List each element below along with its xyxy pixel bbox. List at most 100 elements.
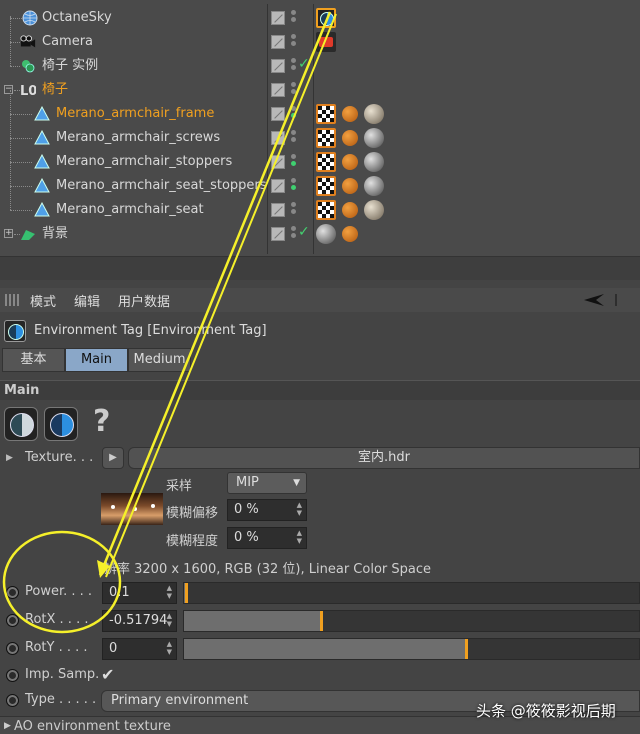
collapse-icon[interactable]: − xyxy=(4,85,13,94)
texture-file-field[interactable]: 室内.hdr xyxy=(128,447,640,469)
object-row-octanesky[interactable]: OctaneSky xyxy=(0,6,268,30)
spinner-icon[interactable]: ▲ ▼ xyxy=(167,612,172,628)
slider-knob[interactable] xyxy=(465,639,469,659)
material-tag-icon[interactable] xyxy=(342,154,358,170)
layer-flag-icon[interactable] xyxy=(271,59,285,73)
back-arrow-icon[interactable] xyxy=(582,292,632,308)
layer-flag-icon[interactable] xyxy=(271,227,285,241)
visibility-dots-icon[interactable] xyxy=(291,178,297,194)
material-preview-icon[interactable] xyxy=(316,224,336,244)
material-preview-icon[interactable] xyxy=(364,176,384,196)
object-row-armchair-screws[interactable]: Merano_armchair_screws xyxy=(0,114,268,150)
help-icon[interactable]: ? xyxy=(93,404,110,439)
layer-flag-icon[interactable] xyxy=(271,203,285,217)
rotx-slider[interactable] xyxy=(183,610,640,632)
layer-flag-icon[interactable] xyxy=(271,131,285,145)
expand-icon[interactable]: + xyxy=(4,229,13,238)
visibility-dots-icon[interactable] xyxy=(291,82,297,98)
layer-flag-icon[interactable] xyxy=(271,107,285,121)
visibility-dots-icon[interactable] xyxy=(291,154,297,170)
object-row-instance[interactable]: 椅子 实例 xyxy=(0,42,268,78)
visibility-dots-icon[interactable] xyxy=(291,130,297,146)
slider-knob[interactable] xyxy=(319,611,323,631)
material-tag-icon[interactable] xyxy=(342,226,358,242)
flag-row[interactable] xyxy=(268,30,314,54)
visibility-dots-icon[interactable] xyxy=(291,226,297,242)
blur-offset-field[interactable]: 0 % ▲ ▼ xyxy=(227,499,307,521)
imp-samp-checkbox[interactable]: ✔ xyxy=(101,666,119,684)
environment-mode-icon[interactable] xyxy=(4,407,38,441)
animation-radio-icon[interactable] xyxy=(6,669,19,682)
texture-menu-button[interactable]: ▶ xyxy=(102,447,124,469)
uv-tag-icon[interactable] xyxy=(316,128,336,148)
flag-row[interactable]: ✓ xyxy=(268,54,314,78)
layer-flag-icon[interactable] xyxy=(271,83,285,97)
material-tag-icon[interactable] xyxy=(342,130,358,146)
animation-radio-icon[interactable] xyxy=(6,614,19,627)
menu-mode[interactable]: 模式 xyxy=(30,291,56,310)
roty-field[interactable]: 0 ▲ ▼ xyxy=(102,638,177,660)
spinner-icon[interactable]: ▲ ▼ xyxy=(297,529,302,545)
flag-row[interactable] xyxy=(268,150,314,174)
slider-knob[interactable] xyxy=(185,583,189,603)
flag-row[interactable] xyxy=(268,78,314,102)
object-row-background[interactable]: + 背景 xyxy=(0,222,268,246)
menu-user-data[interactable]: 用户数据 xyxy=(118,291,170,310)
power-slider[interactable] xyxy=(183,582,640,604)
spinner-icon[interactable]: ▲ ▼ xyxy=(167,640,172,656)
expand-arrow-icon[interactable]: ▶ xyxy=(6,453,13,463)
tab-main[interactable]: Main xyxy=(65,348,128,372)
grip-icon[interactable] xyxy=(5,294,21,306)
object-row-armchair-seat[interactable]: Merano_armchair_seat xyxy=(0,186,268,222)
visibility-dots-icon[interactable] xyxy=(291,58,297,74)
rotx-field[interactable]: -0.51794 ▲ ▼ xyxy=(102,610,177,632)
material-preview-icon[interactable] xyxy=(364,128,384,148)
material-preview-icon[interactable] xyxy=(364,104,384,124)
spinner-icon[interactable]: ▲ ▼ xyxy=(297,501,302,517)
expand-arrow-icon[interactable]: ▶ xyxy=(4,721,11,731)
layer-flag-icon[interactable] xyxy=(271,155,285,169)
tab-basic[interactable]: 基本 xyxy=(2,348,65,372)
visibility-dots-icon[interactable] xyxy=(291,34,297,50)
visibility-dots-icon[interactable] xyxy=(291,106,297,122)
animation-radio-icon[interactable] xyxy=(6,694,19,707)
flag-row[interactable] xyxy=(268,102,314,126)
material-tag-icon[interactable] xyxy=(342,178,358,194)
tab-medium[interactable]: Medium xyxy=(128,348,191,372)
menu-edit[interactable]: 编辑 xyxy=(74,291,100,310)
visibility-dots-icon[interactable] xyxy=(291,10,297,26)
layer-flag-icon[interactable] xyxy=(271,11,285,25)
layer-flag-icon[interactable] xyxy=(271,179,285,193)
object-row-armchair-frame[interactable]: Merano_armchair_frame xyxy=(0,90,268,126)
flag-row[interactable] xyxy=(268,126,314,150)
layer-flag-icon[interactable] xyxy=(271,35,285,49)
object-row-chair-group[interactable]: − L0 椅子 xyxy=(0,78,268,102)
object-row-camera[interactable]: Camera xyxy=(0,16,268,54)
environment-tag-icon[interactable] xyxy=(316,8,336,28)
animation-radio-icon[interactable] xyxy=(6,642,19,655)
uv-tag-icon[interactable] xyxy=(316,104,336,124)
camera-tag-icon[interactable] xyxy=(316,32,336,52)
uv-tag-icon[interactable] xyxy=(316,176,336,196)
material-tag-icon[interactable] xyxy=(342,202,358,218)
animation-radio-icon[interactable] xyxy=(6,586,19,599)
enabled-check-icon[interactable]: ✓ xyxy=(298,56,310,72)
flag-row[interactable]: ✓ xyxy=(268,222,314,246)
material-tag-icon[interactable] xyxy=(342,106,358,122)
material-preview-icon[interactable] xyxy=(364,200,384,220)
flag-row[interactable] xyxy=(268,6,314,30)
flag-row[interactable] xyxy=(268,174,314,198)
object-row-armchair-stoppers[interactable]: Merano_armchair_stoppers xyxy=(0,138,268,174)
roty-slider[interactable] xyxy=(183,638,640,660)
uv-tag-icon[interactable] xyxy=(316,200,336,220)
power-field[interactable]: 0.1 ▲ ▼ xyxy=(102,582,177,604)
object-row-armchair-seat-stoppers[interactable]: Merano_armchair_seat_stoppers xyxy=(0,162,268,198)
enabled-check-icon[interactable]: ✓ xyxy=(298,224,310,240)
sampling-dropdown[interactable]: MIP ▼ xyxy=(227,472,307,494)
spinner-icon[interactable]: ▲ ▼ xyxy=(167,584,172,600)
visibility-dots-icon[interactable] xyxy=(291,202,297,218)
uv-tag-icon[interactable] xyxy=(316,152,336,172)
flag-row[interactable] xyxy=(268,198,314,222)
environment-tag-large-icon[interactable] xyxy=(44,407,78,441)
material-preview-icon[interactable] xyxy=(364,152,384,172)
